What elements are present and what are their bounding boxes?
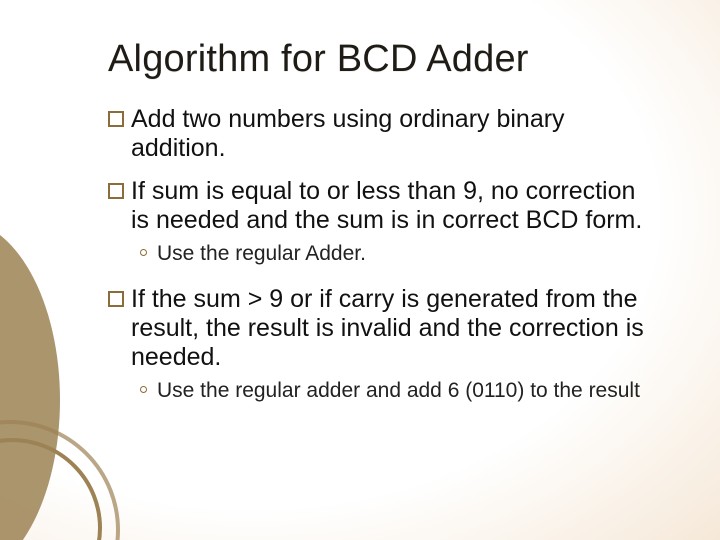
sub-bullet-item: Use the regular adder and add 6 (0110) t… bbox=[108, 378, 662, 404]
bullet-text: If the sum > 9 or if carry is generated … bbox=[131, 285, 651, 372]
square-bullet-icon bbox=[108, 183, 124, 199]
bullet-item: If sum is equal to or less than 9, no co… bbox=[108, 177, 662, 235]
slide-content: Algorithm for BCD Adder Add two numbers … bbox=[0, 0, 720, 403]
bullet-text: If sum is equal to or less than 9, no co… bbox=[131, 177, 651, 235]
slide-title: Algorithm for BCD Adder bbox=[108, 38, 662, 81]
bullet-item: If the sum > 9 or if carry is generated … bbox=[108, 285, 662, 372]
sub-bullet-item: Use the regular Adder. bbox=[108, 241, 662, 267]
bullet-item: Add two numbers using ordinary binary ad… bbox=[108, 105, 662, 163]
bullet-text: Add two numbers using ordinary binary ad… bbox=[131, 105, 651, 163]
circle-bullet-icon bbox=[140, 386, 147, 393]
square-bullet-icon bbox=[108, 111, 124, 127]
sub-bullet-text: Use the regular Adder. bbox=[157, 241, 366, 267]
square-bullet-icon bbox=[108, 291, 124, 307]
circle-bullet-icon bbox=[140, 249, 147, 256]
sub-bullet-text: Use the regular adder and add 6 (0110) t… bbox=[157, 378, 640, 404]
